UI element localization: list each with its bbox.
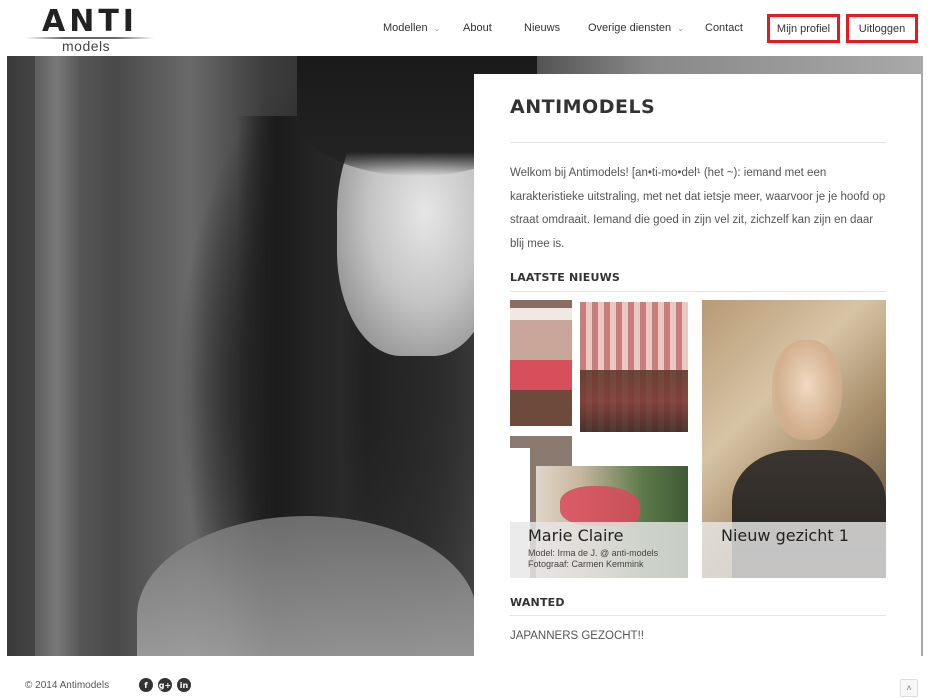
news-photographer-credit: Fotograaf: Carmen Kemmink bbox=[528, 559, 644, 569]
news-photo-face bbox=[772, 340, 842, 440]
my-profile-link[interactable]: Mijn profiel bbox=[767, 14, 840, 43]
chevron-up-icon: ˄ bbox=[906, 683, 912, 693]
intro-panel: ANTIMODELS Welkom bij Antimodels! [an•ti… bbox=[474, 74, 921, 656]
news-model-credit: Model: Irma de J. @ anti-models bbox=[528, 548, 659, 558]
news-card-marie-claire[interactable]: Marie Claire Model: Irma de J. @ anti-mo… bbox=[510, 300, 688, 578]
nav-item-label: Nieuws bbox=[524, 22, 561, 34]
wanted-link[interactable]: JAPANNERS GEZOCHT!! bbox=[510, 630, 644, 642]
page-title: ANTIMODELS bbox=[510, 96, 656, 118]
nav-item-nieuws[interactable]: Nieuws bbox=[524, 22, 560, 34]
facebook-icon[interactable]: f bbox=[139, 678, 153, 692]
divider bbox=[510, 291, 886, 292]
news-title: Nieuw gezicht 1 bbox=[721, 526, 849, 545]
divider bbox=[510, 615, 886, 616]
news-title: Marie Claire bbox=[528, 526, 624, 545]
news-photo-detail bbox=[560, 486, 640, 526]
nav-item-contact[interactable]: Contact bbox=[705, 22, 743, 34]
nav-item-label: Modellen bbox=[383, 22, 428, 34]
hero-photo-frame-detail bbox=[103, 56, 119, 656]
nav-item-label: Overige diensten bbox=[588, 22, 672, 34]
copyright-text: © 2014 Antimodels bbox=[25, 680, 110, 691]
site-logo[interactable]: ANTI models bbox=[26, 4, 156, 54]
logo-wordmark: ANTI bbox=[42, 4, 138, 39]
news-caption: Nieuw gezicht 1 bbox=[702, 522, 886, 578]
nav-item-label: About bbox=[463, 22, 492, 34]
news-photo-detail bbox=[580, 370, 688, 432]
news-caption: Marie Claire Model: Irma de J. @ anti-mo… bbox=[510, 522, 688, 578]
news-photo bbox=[510, 300, 572, 426]
divider bbox=[510, 142, 886, 143]
nav-item-modellen[interactable]: Modellen ⌄ bbox=[383, 22, 440, 34]
logout-link[interactable]: Uitloggen bbox=[846, 14, 918, 43]
chevron-down-icon: ⌄ bbox=[677, 24, 684, 33]
news-heading: LAATSTE NIEUWS bbox=[510, 271, 621, 284]
hero-photo-frame bbox=[35, 56, 79, 656]
nav-item-label: Contact bbox=[705, 22, 743, 34]
site-footer: © 2014 Antimodels f g+ in ˄ bbox=[0, 656, 930, 698]
linkedin-icon[interactable]: in bbox=[177, 678, 191, 692]
nav-item-about[interactable]: About bbox=[463, 22, 492, 34]
logo-subtitle: models bbox=[62, 38, 111, 54]
intro-text: Welkom bij Antimodels! [an•ti-mo•del¹ (h… bbox=[510, 167, 886, 250]
chevron-down-icon: ⌄ bbox=[433, 24, 441, 33]
wanted-heading: WANTED bbox=[510, 596, 565, 609]
nav-item-overige-diensten[interactable]: Overige diensten ⌄ bbox=[588, 22, 684, 34]
google-plus-icon[interactable]: g+ bbox=[158, 678, 172, 692]
news-card-nieuw-gezicht[interactable]: Nieuw gezicht 1 bbox=[702, 300, 886, 578]
site-header: ANTI models Modellen ⌄ About Nieuws Overi… bbox=[0, 0, 930, 56]
hero-photo-shoulder bbox=[137, 516, 477, 656]
back-to-top-button[interactable]: ˄ bbox=[900, 679, 918, 697]
